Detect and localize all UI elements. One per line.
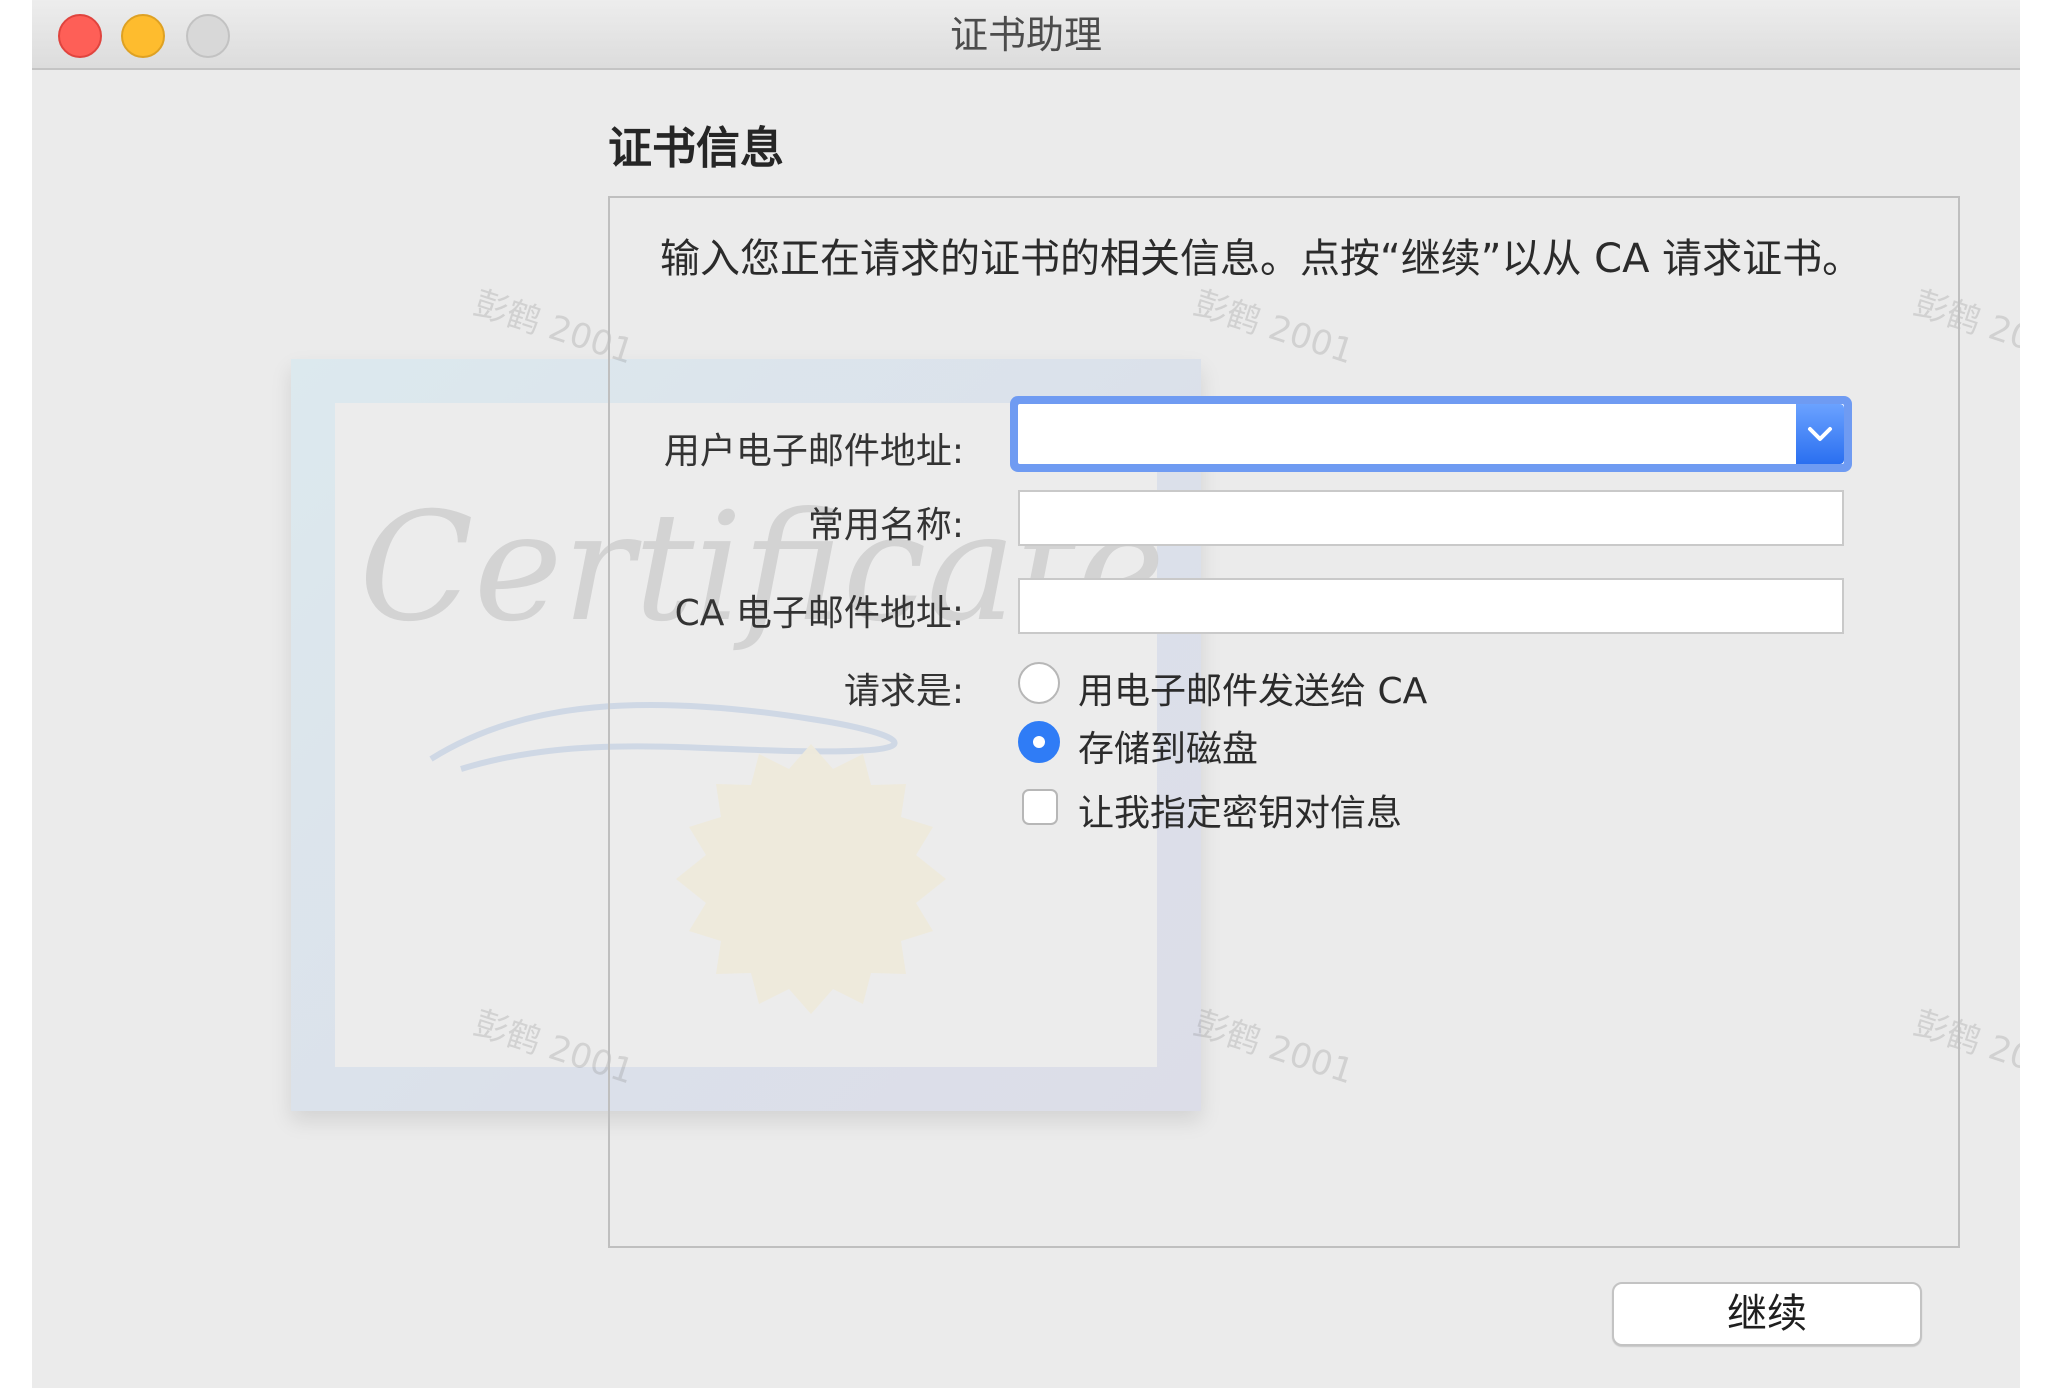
user-email-label: 用户电子邮件地址:	[663, 431, 964, 472]
user-email-combobox[interactable]	[1010, 396, 1852, 472]
certificate-assistant-window: 证书助理 Certificate 彭鹤 2001 彭鹤 2001 彭鹤 2001…	[32, 0, 2020, 1388]
common-name-input[interactable]	[1018, 490, 1844, 546]
key-pair-checkbox[interactable]	[1022, 789, 1058, 825]
key-pair-checkbox-label[interactable]: 让我指定密钥对信息	[1078, 784, 1402, 836]
common-name-label: 常用名称:	[807, 505, 964, 546]
intro-text: 输入您正在请求的证书的相关信息。点按“继续”以从 CA 请求证书。	[660, 236, 1863, 282]
chevron-down-icon	[1808, 427, 1832, 441]
radio-save-to-disk-label[interactable]: 存储到磁盘	[1078, 720, 1258, 772]
form-panel	[608, 196, 1960, 1248]
user-email-input[interactable]	[1018, 404, 1844, 464]
request-label: 请求是:	[843, 671, 964, 712]
radio-email-to-ca-label[interactable]: 用电子邮件发送给 CA	[1078, 662, 1427, 714]
radio-save-to-disk[interactable]	[1018, 721, 1060, 763]
ca-email-label: CA 电子邮件地址:	[674, 593, 964, 634]
section-title: 证书信息	[608, 123, 784, 174]
continue-button[interactable]: 继续	[1612, 1282, 1922, 1346]
ca-email-input[interactable]	[1018, 578, 1844, 634]
title-bar: 证书助理	[32, 0, 2020, 70]
user-email-dropdown-button[interactable]	[1796, 404, 1844, 464]
window-title: 证书助理	[949, 13, 1102, 57]
radio-email-to-ca[interactable]	[1018, 662, 1060, 704]
